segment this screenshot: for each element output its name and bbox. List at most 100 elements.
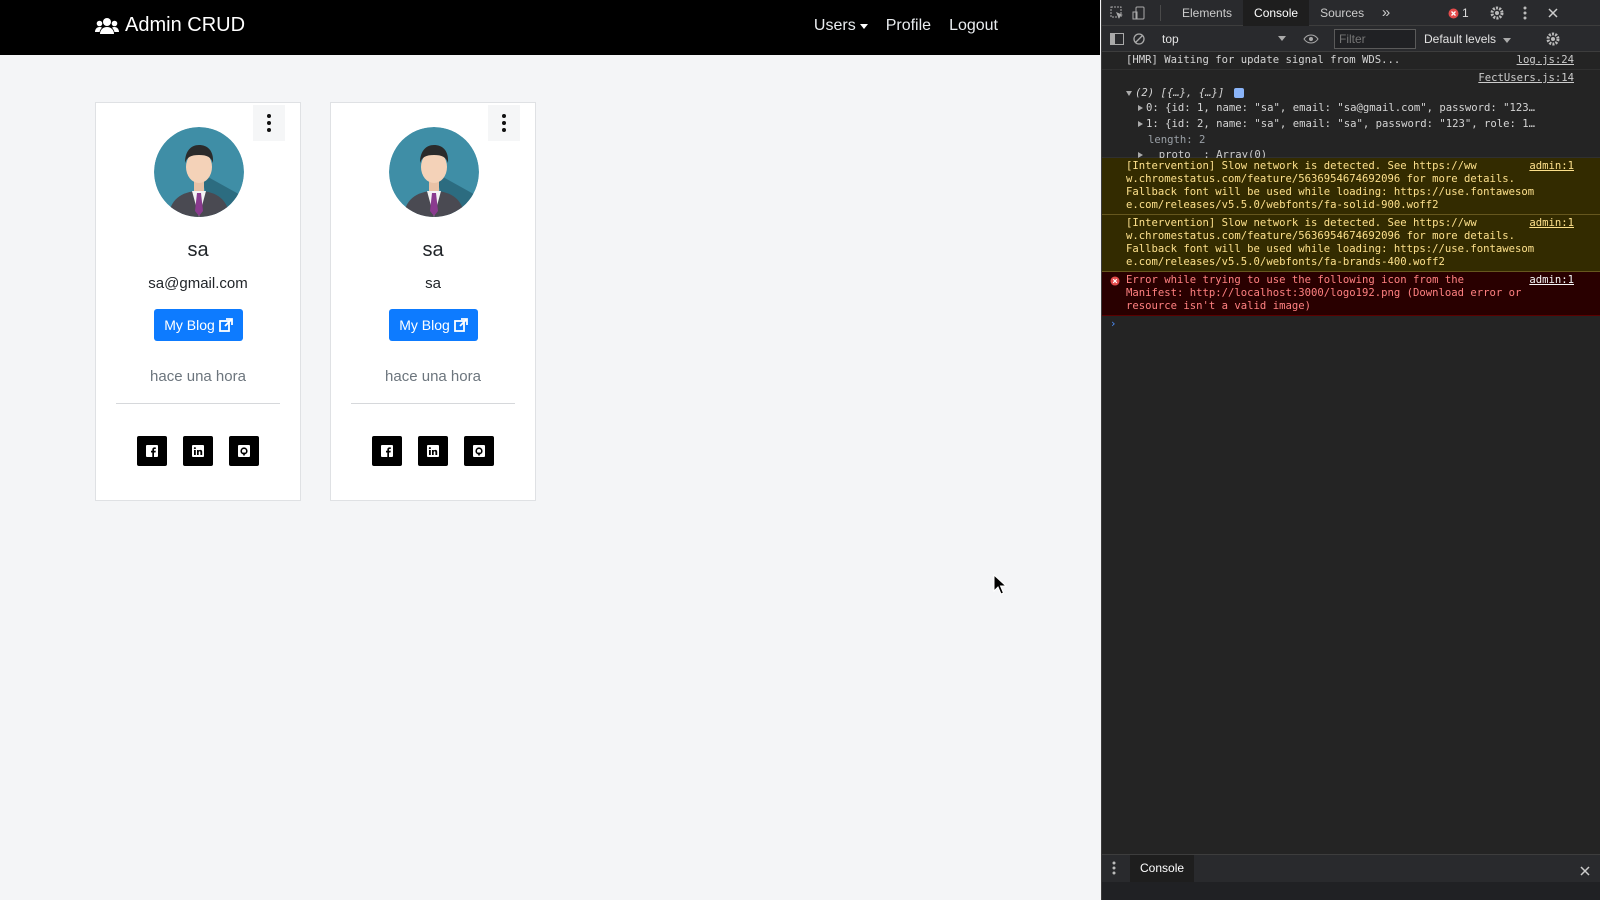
expand-triangle-icon: [1138, 121, 1143, 127]
caret-down-icon: [859, 23, 868, 29]
users-icon: [95, 17, 119, 34]
user-email: sa@gmail.com: [148, 275, 248, 292]
error-counter[interactable]: 1: [1448, 6, 1469, 20]
linkedin-icon[interactable]: [418, 436, 448, 466]
device-toolbar-icon[interactable]: [1128, 2, 1150, 24]
divider: [116, 403, 280, 404]
close-icon[interactable]: [1542, 2, 1564, 24]
external-link-icon: [218, 318, 233, 332]
user-name: sa: [187, 239, 209, 261]
nav-profile-link[interactable]: Profile: [886, 17, 931, 35]
github-icon[interactable]: [229, 436, 259, 466]
warning-line: Fallback font will be used while loading…: [1126, 186, 1535, 198]
error-icon: [1110, 276, 1120, 286]
message-source-link[interactable]: admin:1: [1529, 274, 1574, 287]
log-levels-label: Default levels: [1424, 31, 1497, 46]
avatar: [154, 127, 244, 217]
array-length: length: 2: [1148, 134, 1206, 146]
info-badge-icon: [1233, 88, 1244, 98]
live-expression-eye-icon[interactable]: [1300, 28, 1322, 50]
console-warning: admin:1 [Intervention] Slow network is d…: [1102, 215, 1600, 272]
message-source-link[interactable]: FectUsers.js:14: [1478, 72, 1574, 85]
nav-users-label: Users: [813, 17, 856, 34]
social-links: [372, 436, 494, 466]
expand-triangle-icon: [1138, 105, 1143, 111]
nav-logout-link[interactable]: Logout: [949, 17, 998, 35]
context-select[interactable]: top: [1158, 30, 1290, 48]
nav-users-dropdown[interactable]: Users: [814, 17, 868, 35]
settings-gear-icon[interactable]: [1486, 2, 1508, 24]
error-count: 1: [1462, 6, 1469, 20]
devtools-drawer: Console: [1102, 854, 1600, 882]
sidebar-toggle-icon[interactable]: [1106, 28, 1128, 50]
console-error: admin:1 Error while trying to use the fo…: [1102, 272, 1600, 316]
console-output: [HMR] Waiting for update signal from WDS…: [1102, 52, 1600, 333]
my-blog-label: My Blog: [164, 317, 215, 333]
message-source-link[interactable]: admin:1: [1529, 160, 1574, 173]
console-message: FectUsers.js:14 (2) [{…}, {…}] 0: {id: 1…: [1102, 70, 1600, 161]
array-item-row[interactable]: 0: {id: 1, name: "sa", email: "sa@gmail.…: [1138, 102, 1546, 115]
error-line: Manifest: http://localhost:3000/logo192.…: [1126, 287, 1522, 299]
log-levels-dropdown[interactable]: Default levels: [1424, 31, 1512, 46]
context-value: top: [1162, 31, 1179, 46]
external-link-icon: [453, 318, 468, 332]
console-prompt[interactable]: ›: [1102, 316, 1600, 333]
divider: [351, 403, 515, 404]
more-options-icon[interactable]: [253, 105, 285, 141]
console-filter-input[interactable]: [1334, 28, 1416, 49]
navbar: Admin CRUD Users Profile Logout: [0, 0, 1100, 55]
clear-console-icon[interactable]: [1128, 28, 1150, 50]
user-card: sa sa@gmail.com My Blog hace una hora: [95, 102, 301, 501]
last-seen-time: hace una hora: [385, 368, 481, 385]
devtools-footer: [1102, 882, 1600, 900]
devtools-tabbar: Elements Console Sources » 1: [1102, 0, 1600, 26]
message-source-link[interactable]: log.js:24: [1517, 54, 1574, 67]
github-icon[interactable]: [464, 436, 494, 466]
more-tabs-icon[interactable]: »: [1375, 2, 1397, 24]
drawer-menu-icon[interactable]: [1112, 861, 1116, 880]
social-links: [137, 436, 259, 466]
linkedin-icon[interactable]: [183, 436, 213, 466]
drawer-tab-console[interactable]: Console: [1130, 855, 1195, 882]
array-item-row[interactable]: 1: {id: 2, name: "sa", email: "sa", pass…: [1138, 118, 1546, 131]
array-summary-row[interactable]: (2) [{…}, {…}]: [1126, 87, 1244, 100]
console-warning: admin:1 [Intervention] Slow network is d…: [1102, 158, 1600, 215]
brand-link[interactable]: Admin CRUD: [95, 14, 245, 37]
error-icon: [1448, 8, 1459, 18]
tab-console[interactable]: Console: [1243, 0, 1310, 26]
app-viewport: Admin CRUD Users Profile Logout sa sa@gm…: [0, 0, 1100, 900]
console-settings-gear-icon[interactable]: [1542, 28, 1564, 50]
inspect-element-icon[interactable]: [1106, 2, 1128, 24]
drawer-close-icon[interactable]: [1580, 863, 1590, 881]
error-line: Error while trying to use the following …: [1126, 274, 1465, 286]
brand-label: Admin CRUD: [125, 14, 246, 36]
my-blog-button[interactable]: My Blog: [154, 309, 243, 341]
warning-line: Fallback font will be used while loading…: [1126, 243, 1535, 255]
message-source-link[interactable]: admin:1: [1529, 217, 1574, 230]
warning-line: w.chromestatus.com/feature/5636954674692…: [1126, 230, 1516, 242]
array-item-1: 1: {id: 2, name: "sa", email: "sa", pass…: [1146, 118, 1536, 130]
facebook-icon[interactable]: [372, 436, 402, 466]
user-card: sa sa My Blog hace una hora: [330, 102, 536, 501]
kebab-menu-icon[interactable]: [1514, 2, 1536, 24]
mouse-cursor-icon: [993, 574, 1007, 595]
tab-sources[interactable]: Sources: [1309, 0, 1375, 26]
array-summary: (2) [{…}, {…}]: [1135, 87, 1225, 99]
warning-line: w.chromestatus.com/feature/5636954674692…: [1126, 173, 1516, 185]
devtools-panel: Elements Console Sources » 1 top Filter …: [1101, 0, 1600, 900]
warning-line: e.com/releases/v5.5.0/webfonts/fa-solid-…: [1126, 199, 1439, 211]
tab-elements[interactable]: Elements: [1171, 0, 1243, 26]
more-options-icon[interactable]: [488, 105, 520, 141]
avatar: [389, 127, 479, 217]
nav-links: Users Profile Logout: [814, 17, 998, 35]
caret-down-icon: [1278, 36, 1286, 41]
console-message: [HMR] Waiting for update signal from WDS…: [1102, 52, 1600, 70]
array-item-0: 0: {id: 1, name: "sa", email: "sa@gmail.…: [1146, 102, 1536, 114]
my-blog-button[interactable]: My Blog: [389, 309, 478, 341]
console-toolbar: top Default levels: [1102, 26, 1600, 52]
user-name: sa: [422, 239, 444, 261]
prompt-chevron-icon: ›: [1110, 318, 1117, 330]
caret-down-icon: [1503, 37, 1512, 43]
facebook-icon[interactable]: [137, 436, 167, 466]
warning-line: [Intervention] Slow network is detected.…: [1126, 160, 1477, 172]
